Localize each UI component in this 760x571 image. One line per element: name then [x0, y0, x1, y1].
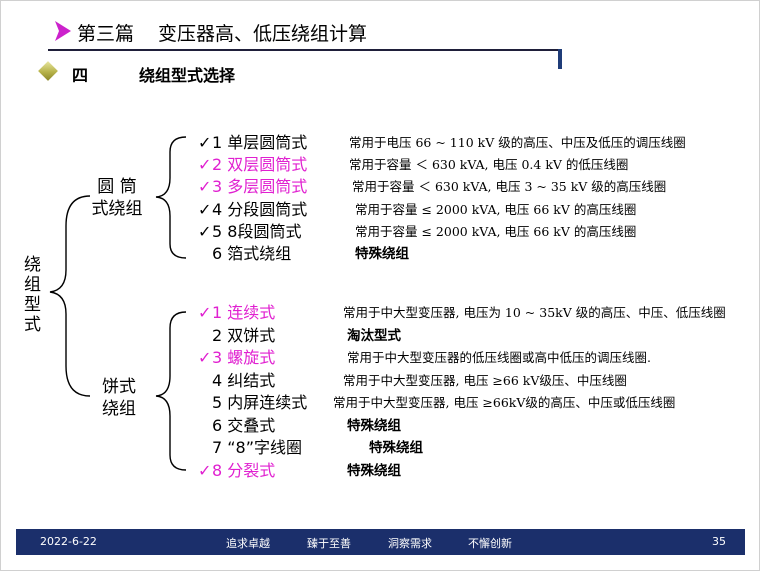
group2-item: 5 内屏连续式: [198, 393, 307, 413]
group1-item: 6 箔式绕组: [198, 244, 291, 264]
item-description: 常用于中大型变压器, 电压 ≥66 kV级压、中压线圈: [343, 373, 627, 388]
check-icon: ✓: [198, 348, 212, 367]
item-description: 常用于中大型变压器的低压线圈或高中低压的调压线圈.: [347, 350, 651, 365]
item-label: 4 分段圆筒式: [212, 200, 308, 219]
check-icon: ✓: [198, 200, 212, 219]
group1-item: ✓3 多层圆筒式: [198, 177, 307, 197]
item-description: 特殊绕组: [347, 418, 401, 434]
check-icon: ✓: [198, 222, 212, 241]
group2-item: 2 双饼式: [198, 326, 275, 346]
group2-label-line2: 绕组: [102, 399, 136, 419]
group2-item: 7 “8”字线圈: [198, 438, 302, 458]
item-description: 特殊绕组: [369, 440, 423, 456]
item-label: 8 分裂式: [212, 461, 276, 480]
footer-page-number: 35: [712, 535, 726, 548]
item-label: 5 8段圆筒式: [212, 222, 302, 241]
item-label: 5 内屏连续式: [212, 393, 308, 412]
item-description: 特殊绕组: [347, 463, 401, 479]
group2-label: 饼式 绕组: [84, 376, 154, 420]
group2-item: 6 交叠式: [198, 416, 275, 436]
footer-slogan-3: 洞察需求: [388, 537, 432, 550]
item-label: 7 “8”字线圈: [212, 438, 303, 457]
item-label: 6 交叠式: [212, 416, 276, 435]
item-label: 6 箔式绕组: [212, 244, 292, 263]
check-icon: ✓: [198, 177, 212, 196]
root-brace: [49, 195, 91, 397]
group1-item: ✓2 双层圆筒式: [198, 155, 307, 175]
footer-slogan-4: 不懈创新: [468, 537, 512, 550]
footer-date: 2022-6-22: [40, 535, 97, 548]
item-description: 常用于电压 66 ~ 110 kV 级的高压、中压及低压的调压线圈: [349, 135, 686, 150]
group1-label-line2: 式绕组: [91, 199, 143, 219]
tree-braces: [49, 136, 187, 471]
group2-label-line1: 饼式: [102, 377, 136, 397]
footer-slogan-1: 追求卓越: [226, 537, 270, 550]
item-description: 特殊绕组: [355, 246, 409, 262]
item-description: 常用于容量 ＜ 630 kVA, 电压 0.4 kV 的低压线圈: [349, 157, 629, 172]
group1-label: 圆 筒 式绕组: [82, 176, 152, 220]
check-icon: ✓: [198, 155, 212, 174]
group1-item: ✓1 单层圆筒式: [198, 133, 307, 153]
check-icon: ✓: [198, 461, 212, 480]
group2-item: ✓1 连续式: [198, 303, 275, 323]
item-description: 淘汰型式: [347, 328, 401, 344]
group1-item: ✓4 分段圆筒式: [198, 200, 307, 220]
group1-brace: [155, 136, 187, 259]
item-label: 4 纠结式: [212, 371, 276, 390]
item-label: 2 双饼式: [212, 326, 276, 345]
group1-item: ✓5 8段圆筒式: [198, 222, 301, 242]
group2-item: ✓3 螺旋式: [198, 348, 275, 368]
group2-item: ✓8 分裂式: [198, 461, 275, 481]
check-icon: ✓: [198, 133, 212, 152]
item-label: 3 多层圆筒式: [212, 177, 308, 196]
group1-label-line1: 圆 筒: [97, 177, 137, 197]
item-description: 常用于容量 ＜ 630 kVA, 电压 3 ~ 35 kV 级的高压线圈: [352, 179, 667, 194]
check-icon: ✓: [198, 303, 212, 322]
root-label: 绕组型式: [24, 255, 41, 335]
footer-slogan-2: 臻于至善: [307, 537, 351, 550]
item-description: 常用于容量 ≤ 2000 kVA, 电压 66 kV 的高压线圈: [355, 202, 637, 217]
group2-brace: [155, 311, 187, 471]
item-description: 常用于容量 ≤ 2000 kVA, 电压 66 kV 的高压线圈: [355, 224, 637, 239]
group2-item: 4 纠结式: [198, 371, 275, 391]
item-description: 常用于中大型变压器, 电压为 10 ~ 35kV 级的高压、中压、低压线圈: [343, 305, 726, 320]
item-label: 1 单层圆筒式: [212, 133, 308, 152]
footer-bar: 2022-6-22 追求卓越 臻于至善 洞察需求 不懈创新 35: [16, 529, 745, 555]
item-label: 1 连续式: [212, 303, 276, 322]
item-label: 2 双层圆筒式: [212, 155, 308, 174]
item-description: 常用于中大型变压器, 电压 ≥66kV级的高压、中压或低压线圈: [333, 395, 676, 410]
item-label: 3 螺旋式: [212, 348, 276, 367]
